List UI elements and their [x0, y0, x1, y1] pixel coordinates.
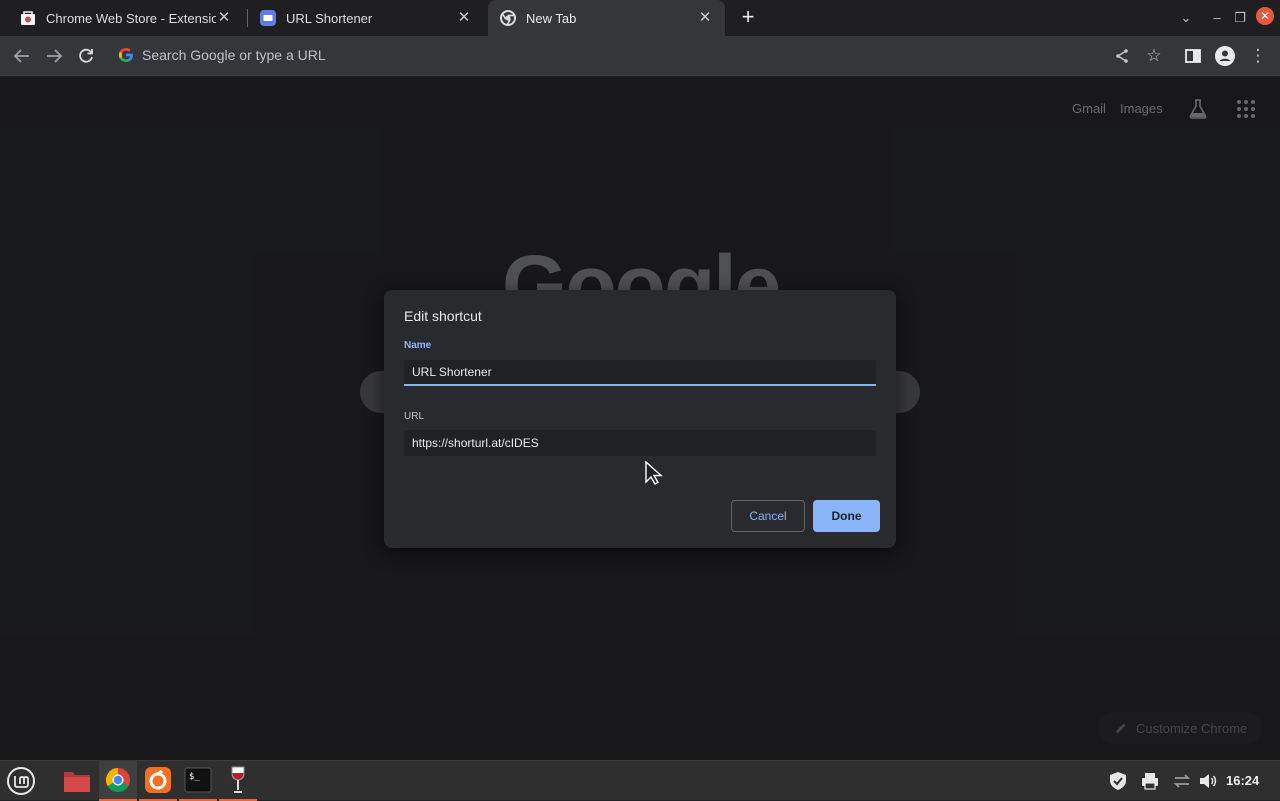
dialog-title: Edit shortcut: [404, 308, 482, 324]
chrome-menu-icon[interactable]: ⋮: [1246, 44, 1270, 68]
google-g-icon: [119, 48, 133, 62]
done-button[interactable]: Done: [813, 500, 880, 532]
toolbar: ☆ ⋮: [0, 36, 1280, 76]
close-tab-icon[interactable]: ✕: [456, 10, 472, 26]
cancel-button[interactable]: Cancel: [731, 500, 805, 532]
close-tab-icon[interactable]: ✕: [697, 10, 713, 26]
window-close-icon[interactable]: ✕: [1256, 7, 1274, 25]
tab-search-chevron-icon[interactable]: ⌄: [1176, 8, 1196, 28]
forward-icon[interactable]: [42, 44, 66, 68]
omnibox[interactable]: [108, 40, 1178, 70]
volume-icon[interactable]: [1198, 771, 1218, 791]
share-icon[interactable]: [1110, 44, 1134, 68]
network-icon[interactable]: [1172, 771, 1192, 791]
tab-chrome-web-store[interactable]: Chrome Web Store - Extensio ✕: [8, 0, 244, 36]
reload-icon[interactable]: [74, 44, 98, 68]
firefox-icon[interactable]: [139, 761, 177, 801]
tab-new-tab[interactable]: New Tab ✕: [488, 0, 725, 36]
taskbar: $_ 16:24: [0, 760, 1280, 801]
files-icon[interactable]: [58, 761, 96, 801]
mint-menu-icon[interactable]: [2, 761, 40, 801]
terminal-icon[interactable]: $_: [179, 761, 217, 801]
tab-title: URL Shortener: [286, 10, 373, 26]
url-field[interactable]: [404, 430, 876, 456]
omnibox-input[interactable]: [142, 47, 1042, 63]
url-label: URL: [404, 411, 425, 422]
bookmark-star-icon[interactable]: ☆: [1142, 44, 1166, 68]
shield-icon[interactable]: [1108, 771, 1128, 791]
chrome-icon: [500, 10, 516, 26]
mouse-pointer-icon: [645, 461, 663, 485]
back-icon[interactable]: [10, 44, 34, 68]
name-label: Name: [404, 340, 432, 351]
tab-url-shortener[interactable]: URL Shortener ✕: [248, 0, 484, 36]
maximize-icon[interactable]: ❐: [1230, 8, 1250, 28]
chrome-taskbar-icon[interactable]: [99, 761, 137, 801]
url-shortener-icon: [260, 10, 276, 26]
minimize-icon[interactable]: –: [1207, 8, 1227, 28]
tab-title: New Tab: [526, 10, 577, 26]
chrome-web-store-icon: [21, 11, 35, 25]
svg-text:$_: $_: [189, 772, 200, 782]
wine-icon[interactable]: [219, 761, 257, 801]
edit-shortcut-dialog: Edit shortcut Name URL Cancel Done: [384, 290, 896, 548]
name-field[interactable]: [404, 360, 876, 386]
profile-avatar-icon[interactable]: [1213, 44, 1237, 68]
tab-title: Chrome Web Store - Extensio: [46, 10, 216, 26]
printer-icon[interactable]: [1140, 771, 1160, 791]
side-panel-icon[interactable]: [1181, 44, 1205, 68]
new-tab-plus-icon[interactable]: +: [736, 6, 760, 30]
close-tab-icon[interactable]: ✕: [216, 10, 232, 26]
clock[interactable]: 16:24: [1226, 773, 1259, 788]
tab-strip: Chrome Web Store - Extensio ✕ URL Shorte…: [0, 0, 1280, 36]
